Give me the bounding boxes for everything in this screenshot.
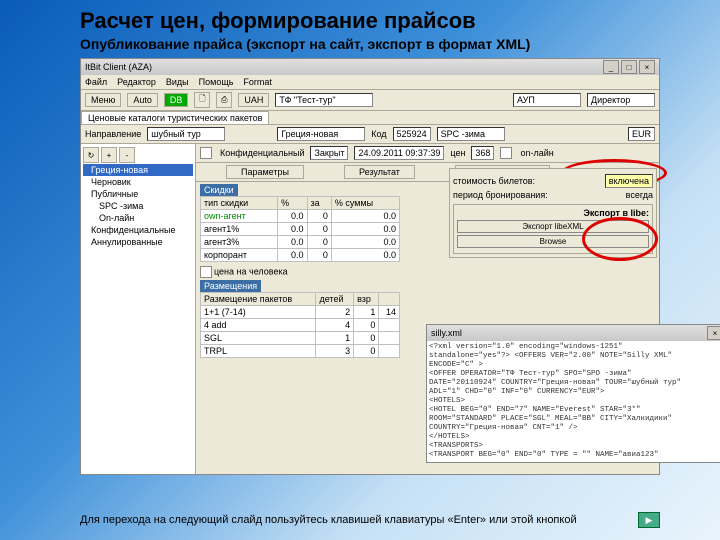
next-slide-button[interactable]: ▶: [638, 512, 660, 528]
filter-bar: Конфиденциальный Закрыт 24.09.2011 09:37…: [196, 144, 659, 163]
price-person-checkbox[interactable]: [200, 266, 212, 278]
table-row[interactable]: 1+1 (7-14)2114: [201, 306, 400, 319]
table-row[interactable]: own-агент0.000.0: [201, 210, 400, 223]
discounts-table: тип скидки % за % суммы own-агент0.000.0…: [200, 196, 400, 262]
menu-help[interactable]: Помощь: [199, 77, 234, 87]
main-panel: Конфиденциальный Закрыт 24.09.2011 09:37…: [196, 144, 659, 474]
xml-viewer-window: silly.xml × <?xml version="1.0" encoding…: [426, 324, 720, 463]
close-button[interactable]: ×: [639, 60, 655, 74]
table-row[interactable]: корпорант0.000.0: [201, 249, 400, 262]
table-row[interactable]: агент1%0.000.0: [201, 223, 400, 236]
col-adults: взр: [354, 293, 379, 306]
browse-button[interactable]: Browse: [457, 235, 649, 248]
conf-checkbox[interactable]: [200, 147, 212, 159]
table-row[interactable]: SGL10: [201, 332, 400, 345]
closed-field[interactable]: Закрыт: [310, 146, 348, 160]
toolbar: Меню Auto DB 🗋 ⎙ UAH ТФ "Тест-тур" АУП Д…: [81, 90, 659, 111]
discounts-header: Скидки: [200, 184, 238, 196]
online-label: on-лайн: [520, 148, 553, 158]
placement-header: Размещения: [200, 280, 261, 292]
tree-plus-icon[interactable]: +: [101, 147, 117, 163]
date-field[interactable]: 24.09.2011 09:37:39: [354, 146, 444, 160]
col-percent: %: [278, 197, 307, 210]
content-area: ↻ + - Греция-новая Черновик Публичные SP…: [81, 144, 659, 474]
tab-catalog[interactable]: Ценовые каталоги туристических пакетов: [81, 111, 269, 124]
app-window: ItBit Client (AZA) _ □ × Файл Редактор В…: [80, 58, 660, 475]
country-field[interactable]: Греция-новая: [277, 127, 365, 141]
maximize-button[interactable]: □: [621, 60, 637, 74]
db-button[interactable]: DB: [164, 93, 189, 107]
tree-item-conf[interactable]: Конфиденциальные: [83, 224, 193, 236]
slide-subtitle: Опубликование прайса (экспорт на сайт, э…: [80, 36, 660, 52]
tool-icon-1[interactable]: 🗋: [194, 92, 210, 108]
table-row[interactable]: TRPL30: [201, 345, 400, 358]
online-checkbox[interactable]: [500, 147, 512, 159]
titlebar: ItBit Client (AZA) _ □ ×: [81, 59, 659, 75]
tree-refresh-icon[interactable]: ↻: [83, 147, 99, 163]
price-person-label: цена на человека: [214, 266, 288, 276]
code-field: 525924: [393, 127, 431, 141]
tree-root[interactable]: Греция-новая: [83, 164, 193, 176]
col-discount-type: тип скидки: [201, 197, 278, 210]
currency-selector[interactable]: UAH: [238, 93, 269, 107]
main-tabs: Ценовые каталоги туристических пакетов: [81, 111, 659, 125]
aup-field[interactable]: АУП: [513, 93, 581, 107]
col-for: за: [307, 197, 331, 210]
export-xml-button[interactable]: Экспорт libeXML: [457, 220, 649, 233]
placement-table: Размещение пакетов детей взр 1+1 (7-14)2…: [200, 292, 400, 358]
menu-file[interactable]: Файл: [85, 77, 107, 87]
auto-button[interactable]: Auto: [127, 93, 158, 107]
tool-icon-2[interactable]: ⎙: [216, 92, 232, 108]
col-children: детей: [316, 293, 354, 306]
tree-item-spc[interactable]: SPC -зима: [83, 200, 193, 212]
xml-content: <?xml version="1.0" encoding="windows-12…: [427, 341, 720, 462]
table-row[interactable]: 4 add40: [201, 319, 400, 332]
tab-params[interactable]: Параметры: [226, 165, 304, 179]
slide-title: Расчет цен, формирование прайсов: [80, 8, 660, 34]
tree-item-public[interactable]: Публичные: [83, 188, 193, 200]
footer-text: Для перехода на следующий слайд пользуйт…: [80, 514, 577, 526]
price-count-field: 368: [471, 146, 494, 160]
tree-item-draft[interactable]: Черновик: [83, 176, 193, 188]
xml-close-button[interactable]: ×: [707, 326, 720, 340]
export-box: Экспорт в libe: Экспорт libeXML Browse: [453, 204, 653, 254]
col-sum-percent: % суммы: [331, 197, 399, 210]
export-title: Экспорт в libe:: [457, 208, 649, 218]
tree-item-cancelled[interactable]: Аннулированные: [83, 236, 193, 248]
xml-file-name: silly.xml: [431, 328, 462, 338]
tree-minus-icon[interactable]: -: [119, 147, 135, 163]
director-field[interactable]: Директор: [587, 93, 655, 107]
menu-button[interactable]: Меню: [85, 93, 121, 107]
direction-bar: Направление шубный тур Греция-новая Код …: [81, 125, 659, 144]
slide-footer: Для перехода на следующий слайд пользуйт…: [80, 512, 660, 528]
table-row[interactable]: агент3%0.000.0: [201, 236, 400, 249]
tab-result[interactable]: Результат: [344, 165, 415, 179]
cur-field[interactable]: EUR: [628, 127, 655, 141]
menu-views[interactable]: Виды: [166, 77, 189, 87]
menu-editor[interactable]: Редактор: [117, 77, 156, 87]
window-title: ItBit Client (AZA): [85, 62, 152, 72]
menubar: Файл Редактор Виды Помощь Format: [81, 75, 659, 90]
col-placement: Размещение пакетов: [201, 293, 316, 306]
tree-item-online[interactable]: On-лайн: [83, 212, 193, 224]
conf-label: Конфиденциальный: [220, 148, 304, 158]
direction-field[interactable]: шубный тур: [147, 127, 225, 141]
direction-label: Направление: [85, 129, 141, 139]
season-field[interactable]: SPC -зима: [437, 127, 505, 141]
publish-panel: стоимость билетов: включена период бронир…: [449, 168, 657, 258]
booking-value: всегда: [626, 190, 653, 200]
price-count-label: цен: [450, 148, 465, 158]
menu-format[interactable]: Format: [243, 77, 272, 87]
operator-field[interactable]: ТФ "Тест-тур": [275, 93, 373, 107]
ticket-cost-label: стоимость билетов:: [453, 176, 535, 186]
ticket-cost-value[interactable]: включена: [605, 174, 653, 188]
booking-label: период бронирования:: [453, 190, 548, 200]
code-label: Код: [371, 129, 386, 139]
minimize-button[interactable]: _: [603, 60, 619, 74]
nav-tree: ↻ + - Греция-новая Черновик Публичные SP…: [81, 144, 196, 474]
